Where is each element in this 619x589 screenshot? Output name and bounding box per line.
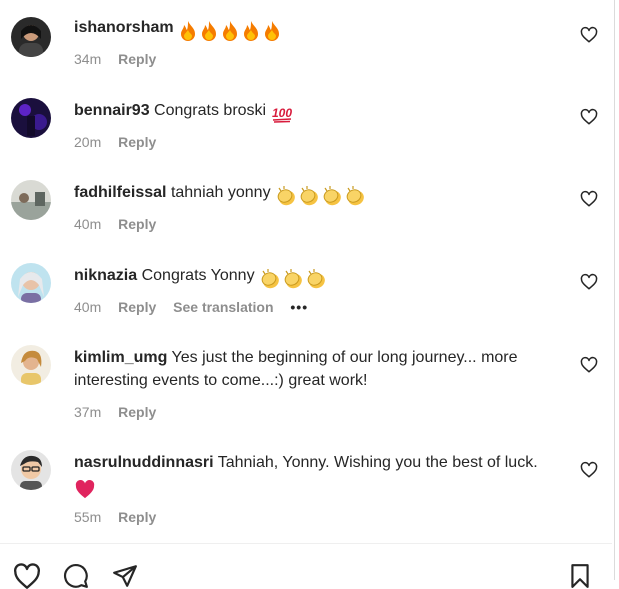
clapping-hands-emoji: [307, 268, 325, 288]
fire-emoji: [223, 20, 238, 41]
hundred-points-emoji: 100: [272, 106, 292, 123]
fire-emoji: [244, 20, 259, 41]
heart-outline-icon[interactable]: [580, 356, 598, 374]
heart-outline-icon[interactable]: [580, 26, 598, 44]
comment-username[interactable]: bennair93: [74, 102, 150, 119]
reply-button[interactable]: Reply: [118, 299, 156, 315]
send-paper-plane-icon[interactable]: [111, 563, 139, 589]
heart-outline-icon[interactable]: [580, 461, 598, 479]
comment-username[interactable]: ishanorsham: [74, 19, 174, 36]
panel-right-border: [614, 0, 615, 580]
clapping-hands-emoji: [300, 185, 318, 205]
comment-bubble-icon[interactable]: [62, 563, 90, 589]
comment-timestamp[interactable]: 55m: [74, 509, 101, 525]
avatar[interactable]: [11, 98, 51, 138]
hundred-emoji-row: 100: [271, 102, 294, 125]
more-options-icon[interactable]: •••: [290, 299, 308, 315]
reply-button[interactable]: Reply: [118, 216, 156, 232]
comment-username[interactable]: nasrulnuddinnasri: [74, 454, 214, 471]
comment-text: Congrats broski: [154, 102, 267, 119]
post-action-bar: [0, 543, 612, 589]
fire-emoji: [181, 20, 196, 41]
fire-emoji: [265, 20, 280, 41]
fire-emoji: [202, 20, 217, 41]
heart-emoji-row: [74, 477, 97, 500]
comment-timestamp[interactable]: 37m: [74, 404, 101, 420]
clapping-hands-emoji: [261, 268, 279, 288]
comment-text: Congrats Yonny: [141, 267, 255, 284]
avatar[interactable]: [11, 450, 51, 490]
red-heart-emoji: [75, 479, 95, 498]
avatar[interactable]: [11, 17, 51, 57]
comment-username[interactable]: kimlim_umg: [74, 349, 167, 366]
clapping-hands-emoji: [346, 185, 364, 205]
avatar[interactable]: [11, 263, 51, 303]
comment-text: Tahniah, Yonny. Wishing you the best of …: [217, 454, 538, 471]
comment-username[interactable]: fadhilfeissal: [74, 184, 166, 201]
fire-emoji-row: [178, 19, 283, 42]
comment-username[interactable]: niknazia: [74, 267, 137, 284]
comment-timestamp[interactable]: 34m: [74, 51, 101, 67]
clapping-hands-emoji: [323, 185, 341, 205]
heart-outline-icon[interactable]: [13, 563, 41, 589]
avatar[interactable]: [11, 180, 51, 220]
comment-text: tahniah yonny: [170, 184, 271, 201]
clapping-hands-emoji: [277, 185, 295, 205]
see-translation-button[interactable]: See translation: [173, 299, 273, 315]
reply-button[interactable]: Reply: [118, 404, 156, 420]
avatar[interactable]: [11, 345, 51, 385]
clapping-hands-emoji: [284, 268, 302, 288]
bookmark-icon[interactable]: [567, 563, 593, 589]
reply-button[interactable]: Reply: [118, 51, 156, 67]
clap-emoji-row: [275, 184, 367, 207]
heart-outline-icon[interactable]: [580, 190, 598, 208]
comment-timestamp[interactable]: 40m: [74, 299, 101, 315]
comment-timestamp[interactable]: 40m: [74, 216, 101, 232]
svg-text:100: 100: [272, 106, 292, 120]
clap-emoji-row: [259, 267, 328, 290]
heart-outline-icon[interactable]: [580, 108, 598, 126]
reply-button[interactable]: Reply: [118, 134, 156, 150]
heart-outline-icon[interactable]: [580, 273, 598, 291]
comment-timestamp[interactable]: 20m: [74, 134, 101, 150]
reply-button[interactable]: Reply: [118, 509, 156, 525]
